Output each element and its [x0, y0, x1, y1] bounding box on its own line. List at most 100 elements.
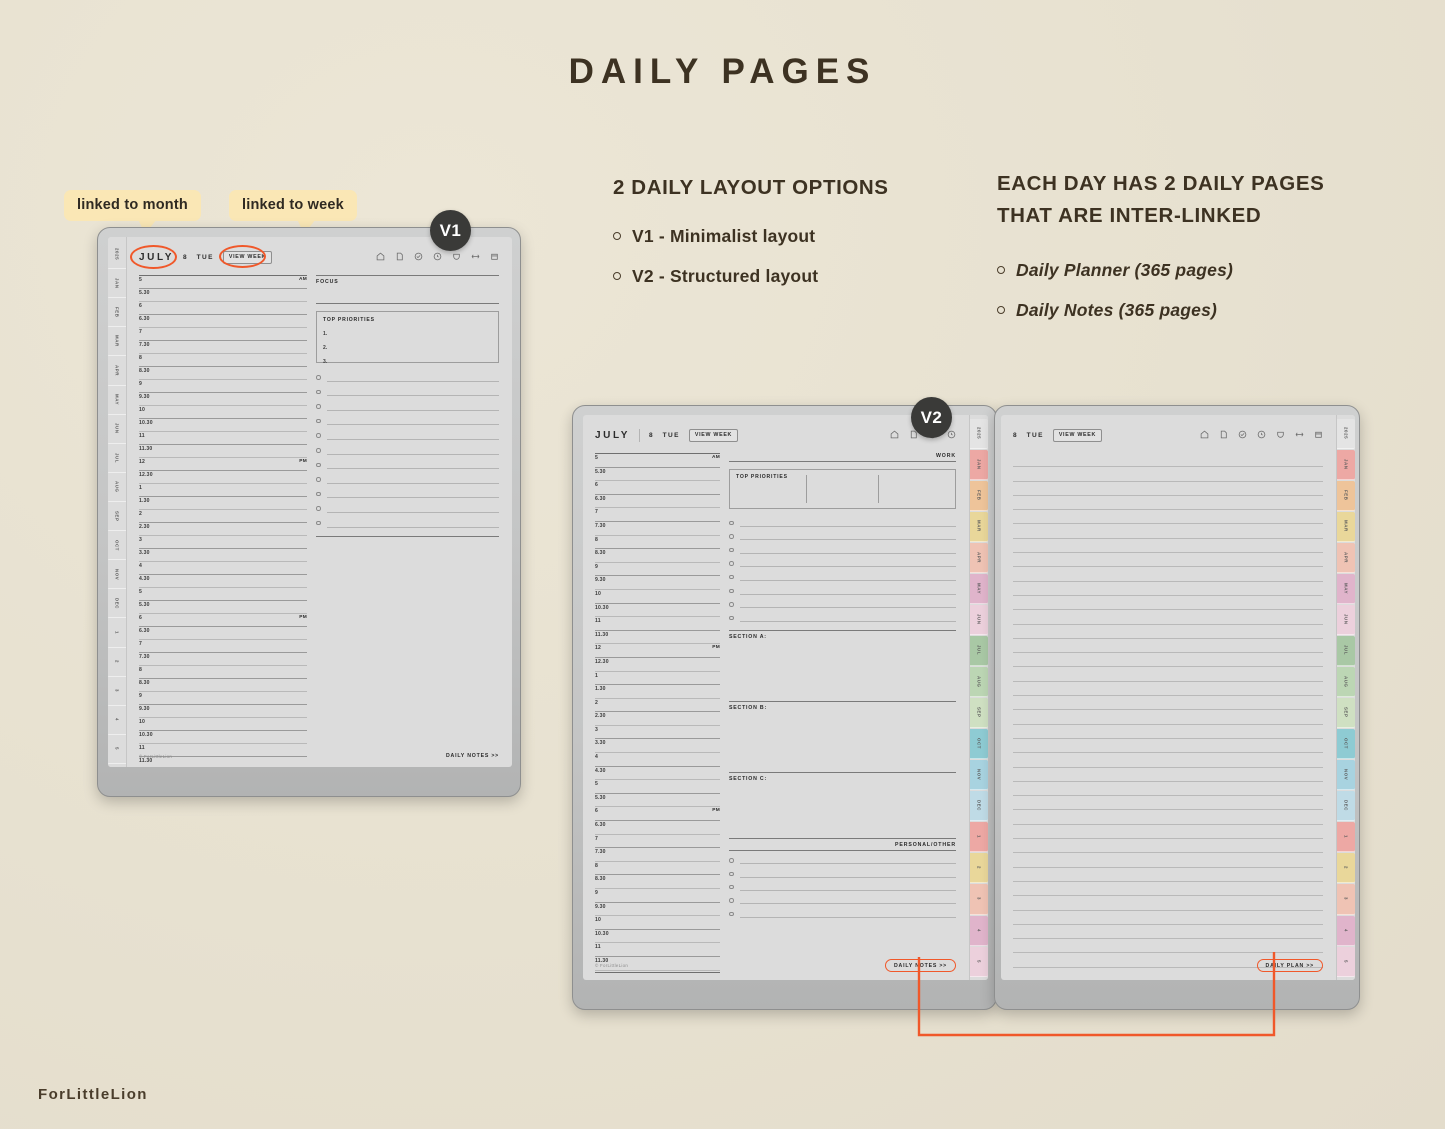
checkbox-ring-icon[interactable] — [316, 448, 321, 453]
time-slot[interactable]: 9.30 — [595, 903, 720, 917]
month-tab[interactable]: APR — [1337, 542, 1355, 573]
checkbox-ring-icon[interactable] — [316, 375, 321, 380]
write-line[interactable] — [326, 497, 499, 499]
month-tab[interactable]: DEC — [1337, 791, 1355, 822]
time-slot[interactable]: 3 — [595, 726, 720, 740]
time-slot[interactable]: 1 — [595, 672, 720, 686]
checkbox-ring-icon[interactable] — [729, 884, 734, 890]
time-slot[interactable]: 10 — [139, 406, 307, 419]
month-tab-strip[interactable]: 2025 JAN FEB MAR APR MAY JUN JUL AUG SEP OCT NOV DEC… — [108, 237, 127, 767]
time-slot[interactable]: 3 — [139, 536, 307, 549]
time-slot[interactable]: 9.30 — [595, 576, 720, 590]
write-line[interactable] — [326, 468, 499, 470]
time-slot[interactable]: 9 — [139, 380, 307, 393]
checkbox-ring-icon[interactable] — [729, 520, 734, 526]
section-a-space[interactable] — [729, 640, 956, 696]
time-slot[interactable]: 6 PM — [139, 614, 307, 627]
month-tab[interactable]: DEC — [108, 589, 126, 619]
month-tab[interactable]: APR — [108, 356, 126, 386]
notes-line-area[interactable] — [1013, 453, 1323, 968]
checkbox-row[interactable] — [729, 894, 956, 907]
month-tab[interactable]: 1 — [1337, 822, 1355, 853]
time-slot[interactable]: 8.30 — [595, 875, 720, 889]
write-line[interactable] — [326, 395, 499, 397]
time-slot[interactable]: 12.30 — [139, 471, 307, 484]
personal-checkbox-list[interactable] — [729, 854, 956, 921]
note-line[interactable] — [1013, 839, 1323, 854]
daily-notes-link[interactable]: DAILY NOTES >> — [446, 753, 499, 759]
checkbox-list[interactable] — [316, 370, 499, 531]
time-slot[interactable]: 2.30 — [139, 523, 307, 536]
checkbox-row[interactable] — [729, 530, 956, 544]
month-tab[interactable]: 5 — [970, 946, 988, 977]
toolbar-icons[interactable] — [376, 248, 499, 266]
time-slot[interactable]: 5 AM — [139, 276, 307, 289]
checkbox-row[interactable] — [316, 370, 499, 385]
time-slot[interactable]: 4 — [139, 562, 307, 575]
month-tab[interactable]: SEP — [970, 698, 988, 729]
time-slot[interactable]: 6 — [139, 302, 307, 315]
month-tab[interactable]: 2 — [1337, 853, 1355, 884]
write-line[interactable] — [326, 453, 499, 455]
note-line[interactable] — [1013, 882, 1323, 897]
month-tab[interactable]: NOV — [108, 560, 126, 590]
time-slot[interactable]: 11.30 — [595, 631, 720, 645]
daily-plan-link[interactable]: DAILY PLAN >> — [1256, 959, 1323, 972]
month-tab[interactable]: MAY — [1337, 573, 1355, 604]
time-slot[interactable]: 6.30 — [139, 315, 307, 328]
checkbox-ring-icon[interactable] — [729, 534, 734, 539]
time-slot[interactable]: 7.30 — [139, 341, 307, 354]
month-tab[interactable]: 4 — [108, 706, 126, 735]
write-line[interactable] — [739, 607, 956, 609]
month-tab[interactable]: MAR — [970, 511, 988, 542]
time-slot[interactable]: 8 — [139, 354, 307, 367]
time-slot[interactable]: 6.30 — [139, 627, 307, 640]
checkbox-row[interactable] — [729, 570, 956, 584]
write-line[interactable] — [739, 916, 956, 918]
month-tab[interactable]: SEP — [108, 502, 126, 532]
month-tab[interactable]: 3 — [970, 884, 988, 915]
checkbox-ring-icon[interactable] — [316, 506, 321, 511]
month-tab-strip-colored[interactable]: 2025 JAN FEB MAR APR MAY JUN JUL AUG SEP OCT NOV DEC… — [969, 415, 988, 980]
note-line[interactable] — [1013, 510, 1323, 525]
checkbox-ring-icon[interactable] — [729, 858, 734, 863]
time-slot[interactable]: 12 PM — [139, 458, 307, 471]
note-line[interactable] — [1013, 467, 1323, 482]
month-tab[interactable]: 2 — [108, 648, 126, 677]
month-tab[interactable]: JUL — [108, 444, 126, 473]
priority-cell[interactable] — [807, 475, 879, 503]
note-line[interactable] — [1013, 925, 1323, 940]
checkbox-row[interactable] — [729, 881, 956, 894]
month-tab[interactable]: 1 — [108, 618, 126, 648]
month-tab[interactable]: JAN — [1337, 449, 1355, 480]
month-tab[interactable]: 2025 — [108, 240, 126, 270]
time-slot[interactable]: 3.30 — [139, 549, 307, 562]
arrows-icon[interactable] — [471, 248, 480, 266]
note-line[interactable] — [1013, 911, 1323, 925]
home-icon[interactable] — [1200, 426, 1209, 444]
write-line[interactable] — [739, 863, 956, 865]
time-slot[interactable]: 1.30 — [595, 685, 720, 699]
time-slot[interactable]: 1 — [139, 484, 307, 497]
month-tab[interactable]: JUN — [108, 415, 126, 444]
time-slot[interactable]: 5.30 — [139, 601, 307, 614]
checkbox-row[interactable] — [729, 543, 956, 557]
time-slot[interactable]: 4 — [595, 753, 720, 767]
write-line[interactable] — [326, 409, 499, 411]
month-tab[interactable]: JUL — [1337, 635, 1355, 666]
note-line[interactable] — [1013, 553, 1323, 568]
note-line[interactable] — [1013, 796, 1323, 811]
time-slot[interactable]: 9.30 — [139, 393, 307, 406]
time-slot[interactable]: 5 — [139, 588, 307, 601]
note-line[interactable] — [1013, 853, 1323, 868]
month-tab[interactable]: APR — [970, 542, 988, 573]
clock-icon[interactable] — [433, 248, 442, 266]
top-priorities-box[interactable]: TOP PRIORITIES 1. 2. 3. — [316, 311, 499, 365]
checkbox-ring-icon[interactable] — [729, 547, 734, 553]
time-slot[interactable]: 8 — [595, 536, 720, 550]
write-line[interactable] — [739, 620, 956, 622]
time-slot[interactable]: 10.30 — [139, 731, 307, 744]
time-slot-list[interactable]: 5 AM 5.30 6 6.30 7 7.30 8 8.30 9 9.30 10 10.30 11 11.3… — [595, 454, 720, 971]
month-tab[interactable]: MAY — [108, 386, 126, 415]
time-slot[interactable]: 12 PM — [595, 644, 720, 658]
